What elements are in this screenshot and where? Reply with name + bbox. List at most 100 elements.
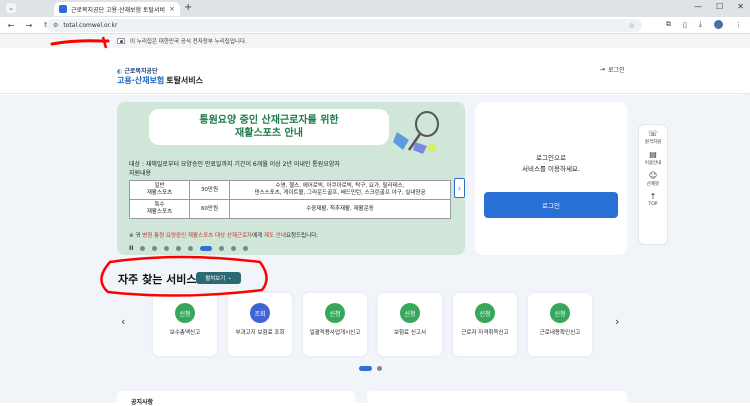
headset-icon: ☏ <box>647 129 658 138</box>
service-card-label: 보수총액신고 <box>169 330 201 336</box>
login-link-label: 로그인 <box>608 67 625 74</box>
org-logo[interactable]: ◐ 근로복지공단 <box>117 66 157 75</box>
service-badge: 신청 <box>325 303 345 323</box>
service-badge: 신청 <box>400 303 420 323</box>
pause-button[interactable]: II <box>129 245 133 252</box>
login-button[interactable]: 로그인 <box>484 192 618 218</box>
extensions-icon[interactable]: ⧉ <box>666 20 671 29</box>
service-card[interactable]: 신청보험료 신고서 <box>378 293 442 356</box>
gov-banner: 이 누리집은 대한민국 공식 전자정부 누리집입니다. <box>0 34 750 48</box>
banner-table-cell-type: 특수 재활스포츠 <box>129 199 190 219</box>
browser-chrome: ⌄ 근로복지공단 고용·산재보험 토탈서비스 × + — ☐ ✕ ← → ↻ ⚙… <box>0 0 750 34</box>
service-card[interactable]: 신청 근로내용확인신고 <box>528 293 592 356</box>
url-text: total.comwel.or.kr <box>63 22 118 29</box>
gov-banner-text: 이 누리집은 대한민국 공식 전자정부 누리집입니다. <box>130 39 247 45</box>
badminton-racket-icon <box>393 111 439 154</box>
arrow-up-icon: ↑ <box>649 192 657 201</box>
address-bar[interactable]: ⚙ total.comwel.or.kr ☆ <box>46 19 642 32</box>
banner-page-dot[interactable] <box>219 246 225 251</box>
services-prev-button[interactable]: ‹ <box>121 315 125 328</box>
service-card-label: 일괄적용사업개시신고 <box>309 330 361 336</box>
site-info-icon[interactable]: ⚙ <box>53 22 58 29</box>
login-prompt-line1: 로그인으로 <box>536 154 566 162</box>
forward-icon[interactable]: → <box>24 21 34 30</box>
back-icon[interactable]: ← <box>6 21 16 30</box>
close-window-icon[interactable]: ✕ <box>737 2 744 11</box>
service-cards: 신청 보수총액신고 조회 부과고지 보험료 조회 신청 일괄적용사업개시신고 신청 보험료 신… <box>153 293 592 356</box>
quick-menu-item-3[interactable]: ↑ TOP <box>648 192 657 207</box>
service-card-label: 보험료 신고서 <box>393 330 427 336</box>
favicon-icon <box>59 5 67 13</box>
expand-toggle-button[interactable]: 펼쳐보기 ⌄ <box>196 272 241 284</box>
sidepanel-icon[interactable]: ▯ <box>683 21 687 29</box>
browser-tab[interactable]: 근로복지공단 고용·산재보험 토탈서비스 × <box>54 2 180 16</box>
note-mid: 에게 <box>252 233 263 239</box>
banner-page-dot[interactable] <box>140 246 146 251</box>
services-pagination <box>359 366 382 371</box>
banner-table-row: 특수 재활스포츠 60만원 수중재활, 척추재활, 재활운동 <box>129 199 451 219</box>
quick-menu-item-0[interactable]: ☏ 원격지원 <box>645 129 662 145</box>
service-card[interactable]: 조회부과고지 보험료 조회 <box>228 293 292 356</box>
new-tab-button[interactable]: + <box>184 2 192 13</box>
toolbar-icons: ⧉ ▯ ⤓ ⋮ <box>666 20 742 29</box>
banner-page-dot[interactable] <box>164 246 170 251</box>
banner-target: 대상 : 재해일로부터 요양승인 만료일까지 기간이 6개월 이상 2년 이내인… <box>129 161 340 168</box>
quick-menu-label: TOP <box>648 202 658 207</box>
banner-page-dot[interactable] <box>200 246 213 251</box>
banner-table-cell-items: 수중재활, 척추재활, 재활운동 <box>229 199 451 219</box>
guide-icon: ▤ <box>649 150 657 159</box>
site-header: ◐ 근로복지공단 고용·산재보험 토탈서비스 ⇥ 로그인 <box>0 48 750 94</box>
banner-page-dot[interactable] <box>176 246 182 251</box>
login-icon: ⇥ <box>600 66 606 73</box>
note-highlight: 병원 통원 요양중인 재활스포츠 대상 산재근로자 <box>142 233 253 239</box>
minimize-icon[interactable]: — <box>694 2 702 11</box>
banner-table-cell-amount: 30만원 <box>189 180 230 200</box>
services-next-button[interactable]: › <box>615 315 619 328</box>
tab-title: 근로복지공단 고용·산재보험 토탈서비스 <box>71 6 166 14</box>
service-badge: 신청 <box>550 303 570 323</box>
banner-note: ※ 귀 병원 통원 요양중인 재활스포츠 대상 산재근로자에게 제도 안내요청드… <box>129 231 318 239</box>
download-icon[interactable]: ⤓ <box>699 20 702 29</box>
login-panel: 로그인으로 서비스를 이용하세요. 로그인 <box>475 102 627 255</box>
banner-table-cell-type: 일반 재활스포츠 <box>129 180 190 200</box>
quick-menu-label: 이용안내 <box>644 161 662 166</box>
browser-toolbar: ← → ↻ ⚙ total.comwel.or.kr ☆ ⧉ ▯ ⤓ ⋮ <box>0 17 750 34</box>
banner-table-row: 일반 재활스포츠 30만원 수영, 헬스, 에어로빅, 아쿠아로빅, 탁구, 요가,… <box>129 180 451 200</box>
menu-kebab-icon[interactable]: ⋮ <box>735 21 742 29</box>
tab-close-icon[interactable]: × <box>169 5 175 13</box>
org-name: 근로복지공단 <box>124 68 158 75</box>
expand-toggle-label: 펼쳐보기 <box>205 276 226 282</box>
banner-table-cell-amount: 60만원 <box>189 199 230 219</box>
quick-menu-label: 산재봇 <box>646 182 660 187</box>
note-suffix: 요청드립니다. <box>286 233 319 239</box>
tab-search-icon[interactable]: ⌄ <box>6 3 16 13</box>
notice-title: 공지사항 <box>131 399 154 406</box>
chevron-down-icon: ⌄ <box>227 275 232 281</box>
profile-avatar[interactable] <box>714 20 723 29</box>
site-title-black: 토탈서비스 <box>166 76 204 85</box>
service-card[interactable]: 신청 근로자 자격취득신고 <box>453 293 517 356</box>
service-card[interactable]: 신청일괄적용사업개시신고 <box>303 293 367 356</box>
banner-page-dot[interactable] <box>243 246 249 251</box>
service-card-label: 부과고지 보험료 조회 <box>235 330 285 336</box>
banner-page-dot[interactable] <box>152 246 158 251</box>
banner-next-button[interactable]: › <box>454 178 465 198</box>
comwel-logo-icon: ◐ <box>117 68 123 75</box>
service-card[interactable]: 신청 보수총액신고 <box>153 293 217 356</box>
services-page-dot-1[interactable] <box>359 366 372 371</box>
bookmark-star-icon[interactable]: ☆ <box>629 22 635 30</box>
note-prefix: ※ 귀 <box>129 233 141 239</box>
site-title[interactable]: 고용·산재보험 토탈서비스 <box>117 75 203 86</box>
login-prompt-line2: 서비스를 이용하세요. <box>522 165 580 173</box>
quick-menu-label: 원격지원 <box>644 140 662 145</box>
quick-menu-item-1[interactable]: ▤ 이용안내 <box>645 150 662 166</box>
quick-menu-item-2[interactable]: ☺ 산재봇 <box>647 171 659 187</box>
services-page-dot-2[interactable] <box>377 366 382 371</box>
service-badge: 조회 <box>250 303 270 323</box>
promo-banner[interactable]: 통원요양 중인 산재근로자를 위한 재활스포츠 안내 대상 : 재해일로부터 요… <box>117 102 465 255</box>
note-highlight-2: 제도 안내 <box>264 233 286 239</box>
banner-page-dot[interactable] <box>231 246 237 251</box>
login-link[interactable]: ⇥ 로그인 <box>600 65 625 74</box>
banner-page-dot[interactable] <box>188 246 194 251</box>
maximize-icon[interactable]: ☐ <box>716 2 723 11</box>
